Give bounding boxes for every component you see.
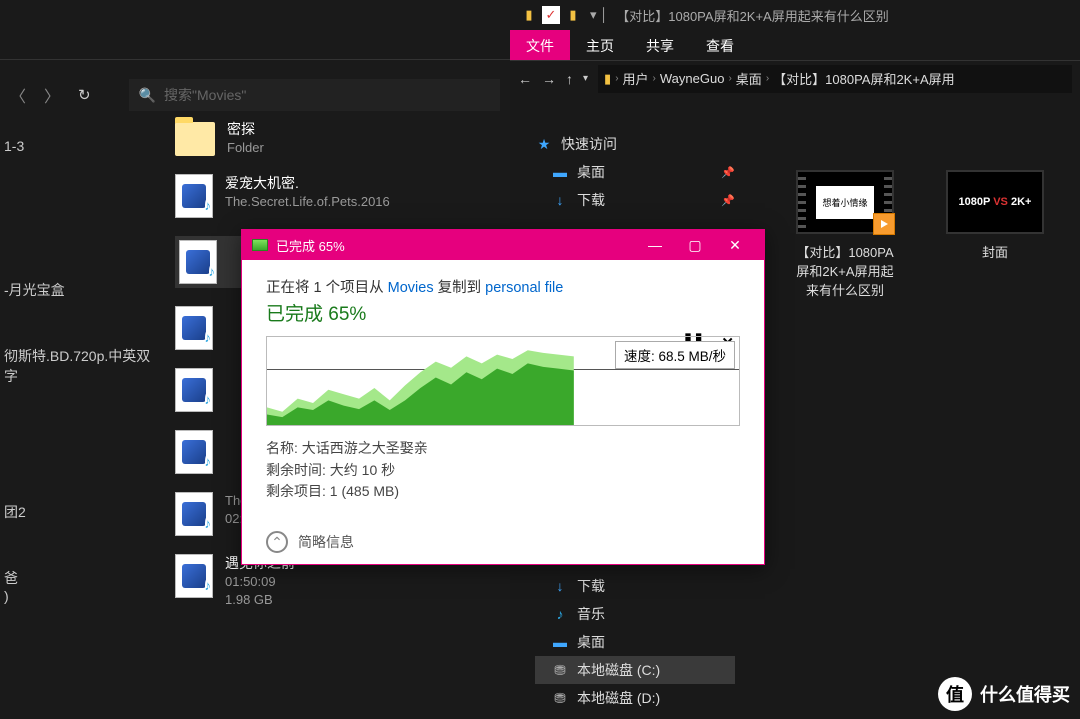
search-placeholder: 搜索"Movies" [164,85,246,105]
drive-icon: ⛃ [551,662,569,679]
refresh-icon[interactable]: ↻ [78,86,91,104]
video-file-icon [175,554,213,598]
tab-file[interactable]: 文件 [510,30,570,60]
dropdown-icon[interactable]: ▾ [583,73,588,84]
nav-music[interactable]: ♪音乐 [535,600,735,628]
file-sub: The.Secret.Life.of.Pets.2016 [225,193,390,211]
titlebar: ▮ ✓ ▮ ▾ │ 【对比】1080PA屏和2K+A屏用起来有什么区别 [510,0,1080,30]
file-sub2: 1.98 GB [225,591,295,609]
minimize-button[interactable]: — [636,237,674,254]
content-item-video[interactable]: 想着小情缘 【对比】1080PA屏和2K+A屏用起来有什么区别 [790,170,900,299]
download-icon: ↓ [551,192,569,208]
video-file-icon [175,492,213,536]
nav-cdrive[interactable]: ⛃本地磁盘 (C:) [535,656,735,684]
file-row[interactable]: 密探Folder [175,120,505,156]
window-title: 【对比】1080PA屏和2K+A屏用起来有什么区别 [616,6,888,25]
tab-home[interactable]: 主页 [570,30,630,60]
video-file-icon [175,306,213,350]
copy-description: 正在将 1 个项目从 Movies 复制到 personal file [266,276,740,297]
up-icon[interactable]: ↑ [566,71,573,87]
left-titlebar [0,0,510,60]
search-input[interactable]: 🔍 搜索"Movies" [129,79,500,111]
folder-mini-icon: ▮ [520,6,538,24]
info-name: 名称: 大话西游之大圣娶亲 [266,438,740,460]
search-icon: 🔍 [139,87,156,104]
left-frag[interactable]: 彻斯特.BD.720p.中英双字 [0,338,160,394]
desktop-icon: ▬ [551,634,569,650]
play-overlay-icon [873,213,895,235]
nav-desktop[interactable]: ▬桌面📌 [535,158,735,186]
folder-icon [175,122,215,156]
ribbon-tabs: 文件 主页 共享 查看 [510,30,1080,60]
back-icon[interactable]: ← [518,71,532,87]
video-file-icon [175,430,213,474]
drive-icon: ⛃ [551,690,569,707]
watermark-icon: 值 [938,677,972,711]
item-label: 【对比】1080PA屏和2K+A屏用起来有什么区别 [790,242,900,299]
dest-link[interactable]: personal file [485,280,563,296]
content-item-image[interactable]: 1080P VS 2K+ 封面 [940,170,1050,299]
file-sub: 01:50:09 [225,573,295,591]
video-file-icon [175,174,213,218]
pin-icon: 📌 [721,194,735,207]
star-icon: ★ [535,136,553,153]
forward-icon[interactable]: → [542,71,556,87]
nav-downloads2[interactable]: ↓下载 [535,572,735,600]
left-frag[interactable]: -月光宝盒 [0,272,160,308]
nav-downloads[interactable]: ↓下载📌 [535,186,735,214]
speed-label: 速度: 68.5 MB/秒 [615,341,735,369]
left-frag[interactable]: 爸 ) [0,560,160,612]
source-link[interactable]: Movies [388,280,434,296]
progress-text: 已完成 65% [266,299,740,326]
back-arrow-icon[interactable]: 〈 [10,83,26,107]
breadcrumb[interactable]: WayneGuo [660,71,725,86]
left-side-fragments: 1-3 -月光宝盒 彻斯特.BD.720p.中英双字 团2 爸 ) [0,130,160,612]
left-frag[interactable]: 团2 [0,494,160,530]
dialog-titlebar[interactable]: 已完成 65% — ▢ ✕ [242,230,764,260]
item-label: 封面 [940,242,1050,261]
copy-progress-dialog: 已完成 65% — ▢ ✕ 正在将 1 个项目从 Movies 复制到 pers… [241,229,765,565]
breadcrumb[interactable]: 桌面 [736,69,762,88]
file-title: 爱宠大机密. [225,174,390,193]
info-items: 剩余项目: 1 (485 MB) [266,481,740,503]
address-row: ← → ↑ ▾ ▮ › 用户› WayneGuo› 桌面› 【对比】1080PA… [510,60,1080,96]
download-icon: ↓ [551,578,569,594]
speed-chart: 速度: 68.5 MB/秒 [266,336,740,426]
video-file-icon [175,368,213,412]
video-file-icon [179,240,217,284]
desktop-icon: ▬ [551,164,569,180]
left-frag[interactable]: 1-3 [0,130,160,162]
music-icon: ♪ [551,606,569,622]
dialog-body: 正在将 1 个项目从 Movies 复制到 personal file 已完成 … [242,260,764,569]
watermark: 值 什么值得买 [938,677,1070,711]
nav-ddrive[interactable]: ⛃本地磁盘 (D:) [535,684,735,712]
video-thumbnail: 想着小情缘 [796,170,894,234]
image-thumbnail: 1080P VS 2K+ [946,170,1044,234]
tab-share[interactable]: 共享 [630,30,690,60]
file-row[interactable]: 爱宠大机密.The.Secret.Life.of.Pets.2016 [175,174,505,218]
close-button[interactable]: ✕ [716,237,754,254]
folder-icon: ▮ [604,71,611,87]
left-nav-row: 〈 〉 ↻ 🔍 搜索"Movies" [0,75,510,115]
tab-view[interactable]: 查看 [690,30,750,60]
file-title: 密探 [227,120,264,139]
chevron-up-icon: ⌃ [266,531,288,553]
info-time: 剩余时间: 大约 10 秒 [266,460,740,482]
maximize-button[interactable]: ▢ [676,237,714,254]
progress-icon [252,239,268,251]
folder-mini-icon: ▮ [564,6,582,24]
address-bar[interactable]: ▮ › 用户› WayneGuo› 桌面› 【对比】1080PA屏和2K+A屏用 [598,65,1072,93]
pin-icon: 📌 [721,166,735,179]
content-area: 想着小情缘 【对比】1080PA屏和2K+A屏用起来有什么区别 1080P VS… [790,170,1050,299]
forward-arrow-icon[interactable]: 〉 [44,83,60,107]
nav-quick-access[interactable]: ★快速访问 [535,130,735,158]
breadcrumb[interactable]: 用户 [623,69,649,88]
breadcrumb[interactable]: 【对比】1080PA屏和2K+A屏用 [773,69,954,88]
nav-desktop2[interactable]: ▬桌面 [535,628,735,656]
check-icon[interactable]: ✓ [542,6,560,24]
file-sub: Folder [227,139,264,157]
collapse-toggle[interactable]: ⌃ 简略信息 [266,531,740,553]
dialog-title: 已完成 65% [276,236,345,255]
